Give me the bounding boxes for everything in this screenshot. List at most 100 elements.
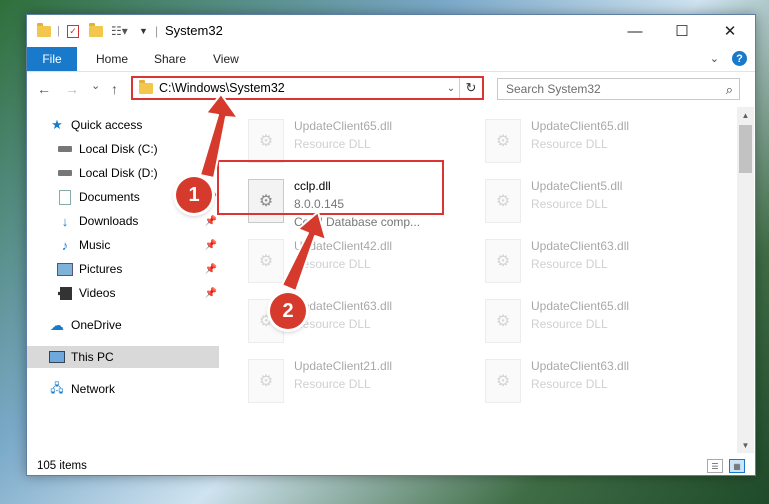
sidebar-item-pictures[interactable]: Pictures 📌 xyxy=(27,258,219,280)
file-item[interactable]: ⚙ UpdateClient5.dll Resource DLL xyxy=(485,175,715,231)
pictures-icon xyxy=(57,262,73,276)
sidebar-item-onedrive[interactable]: ☁ OneDrive xyxy=(27,314,219,336)
file-highlight-box xyxy=(217,160,444,215)
vertical-scrollbar[interactable]: ▲ ▼ xyxy=(737,107,754,453)
step-1-marker: 1 xyxy=(176,177,212,213)
dll-file-icon: ⚙ xyxy=(485,359,521,403)
sidebar-item-downloads[interactable]: ↓ Downloads 📌 xyxy=(27,210,219,232)
dll-file-icon: ⚙ xyxy=(485,179,521,223)
computer-icon xyxy=(49,350,65,364)
customize-toolbar-icon[interactable]: ☷▾ xyxy=(111,22,128,40)
file-item[interactable]: ⚙ UpdateClient42.dll Resource DLL xyxy=(248,235,478,291)
file-explorer-window: | ✓ ☷▾ ▼ | System32 — ☐ ✕ File Home Shar… xyxy=(26,14,756,476)
window-title: System32 xyxy=(165,23,223,38)
sidebar-item-label: Local Disk (C:) xyxy=(79,142,158,156)
drive-icon xyxy=(57,142,73,156)
cloud-icon: ☁ xyxy=(50,316,64,333)
details-view-icon[interactable]: ☰ xyxy=(707,459,723,473)
file-name: UpdateClient65.dll xyxy=(531,119,630,133)
scroll-down-icon[interactable]: ▼ xyxy=(737,437,754,453)
up-button[interactable]: ↑ xyxy=(111,81,118,97)
maximize-button[interactable]: ☐ xyxy=(659,15,705,47)
tab-home[interactable]: Home xyxy=(96,52,128,66)
divider: | xyxy=(155,24,159,38)
file-item[interactable]: ⚙ UpdateClient65.dll Resource DLL xyxy=(485,115,715,171)
new-folder-icon[interactable] xyxy=(89,22,103,40)
pin-icon: 📌 xyxy=(204,287,217,299)
dll-file-icon: ⚙ xyxy=(248,239,284,283)
file-description: Corel Database comp... xyxy=(294,215,421,229)
sidebar-item-label: Videos xyxy=(79,286,116,300)
document-icon xyxy=(57,189,73,205)
step-2-marker: 2 xyxy=(270,293,306,329)
file-type: Resource DLL xyxy=(294,257,371,271)
file-list: ⚙ UpdateClient65.dll Resource DLL ⚙ cclp… xyxy=(232,107,737,453)
file-name: UpdateClient21.dll xyxy=(294,359,393,373)
tab-file[interactable]: File xyxy=(27,47,77,71)
quick-access-dropdown-icon[interactable]: ▼ xyxy=(139,22,148,40)
sidebar-item-label: Music xyxy=(79,238,111,252)
ribbon-tabs: File Home Share View ⌄ ? xyxy=(27,47,755,72)
divider: | xyxy=(57,25,60,37)
file-type: Resource DLL xyxy=(294,137,371,151)
help-icon[interactable]: ? xyxy=(732,51,747,66)
videos-icon xyxy=(57,286,73,300)
file-name: UpdateClient63.dll xyxy=(531,239,630,253)
navigation-pane: ★ Quick access Local Disk (C:) Local Dis… xyxy=(27,111,219,451)
address-dropdown-icon[interactable]: ⌄ xyxy=(443,83,459,94)
drive-icon xyxy=(57,166,73,180)
title-bar: | ✓ ☷▾ ▼ | System32 — ☐ ✕ xyxy=(27,15,755,47)
pin-icon: 📌 xyxy=(204,239,217,251)
minimize-button[interactable]: — xyxy=(612,15,658,47)
search-input[interactable]: Search System32 ⌕ xyxy=(497,78,740,100)
music-icon: ♪ xyxy=(61,237,69,253)
sidebar-item-this-pc[interactable]: This PC xyxy=(27,346,219,368)
address-path[interactable]: C:\Windows\System32 xyxy=(159,81,443,95)
file-item[interactable]: ⚙ UpdateClient63.dll Resource DLL xyxy=(485,355,715,411)
file-item[interactable]: ⚙ UpdateClient21.dll Resource DLL xyxy=(248,355,478,411)
file-name: UpdateClient63.dll xyxy=(294,299,393,313)
address-bar[interactable]: C:\Windows\System32 ⌄ ↻ xyxy=(131,76,484,100)
sidebar-item-local-disk-c[interactable]: Local Disk (C:) xyxy=(27,138,219,160)
back-button[interactable]: ← xyxy=(37,81,51,97)
close-button[interactable]: ✕ xyxy=(707,15,753,47)
sidebar-item-label: This PC xyxy=(71,350,114,364)
scroll-up-icon[interactable]: ▲ xyxy=(737,107,754,123)
recent-locations-button[interactable]: ⌄ xyxy=(91,79,100,92)
file-type: Resource DLL xyxy=(531,377,608,391)
sidebar-item-label: Pictures xyxy=(79,262,123,276)
sidebar-item-music[interactable]: ♪ Music 📌 xyxy=(27,234,219,256)
sidebar-item-quick-access[interactable]: ★ Quick access xyxy=(27,114,219,136)
search-icon: ⌕ xyxy=(725,82,733,97)
properties-icon[interactable]: ✓ xyxy=(67,22,79,40)
expand-ribbon-icon[interactable]: ⌄ xyxy=(710,52,719,65)
status-bar: 105 items ☰ ▦ xyxy=(27,455,755,477)
dll-file-icon: ⚙ xyxy=(485,239,521,283)
sidebar-item-videos[interactable]: Videos 📌 xyxy=(27,282,219,304)
file-name: UpdateClient42.dll xyxy=(294,239,393,253)
item-count: 105 items xyxy=(37,460,87,472)
file-item[interactable]: ⚙ UpdateClient65.dll Resource DLL xyxy=(485,295,715,351)
tab-share[interactable]: Share xyxy=(154,52,186,66)
scrollbar-thumb[interactable] xyxy=(739,125,752,173)
sidebar-item-label: Network xyxy=(71,382,116,396)
sidebar-item-label: Downloads xyxy=(79,214,139,228)
file-type: Resource DLL xyxy=(531,137,608,151)
pin-icon: 📌 xyxy=(204,167,217,179)
forward-button[interactable]: → xyxy=(65,81,79,97)
download-icon: ↓ xyxy=(61,213,69,229)
pin-icon: 📌 xyxy=(204,263,217,275)
large-icons-view-icon[interactable]: ▦ xyxy=(729,459,745,473)
file-name: UpdateClient65.dll xyxy=(531,299,630,313)
folder-icon xyxy=(139,79,153,94)
file-item[interactable]: ⚙ UpdateClient63.dll Resource DLL xyxy=(485,235,715,291)
refresh-button[interactable]: ↻ xyxy=(459,78,482,98)
sidebar-item-network[interactable]: 🖧 Network xyxy=(27,378,219,400)
dll-file-icon: ⚙ xyxy=(248,119,284,163)
folder-icon xyxy=(37,22,51,40)
navigation-bar: ← → ⌄ ↑ C:\Windows\System32 ⌄ ↻ Search S… xyxy=(27,72,755,106)
file-type: Resource DLL xyxy=(531,317,608,331)
dll-file-icon: ⚙ xyxy=(485,119,521,163)
tab-view[interactable]: View xyxy=(213,52,239,66)
file-type: Resource DLL xyxy=(294,377,371,391)
